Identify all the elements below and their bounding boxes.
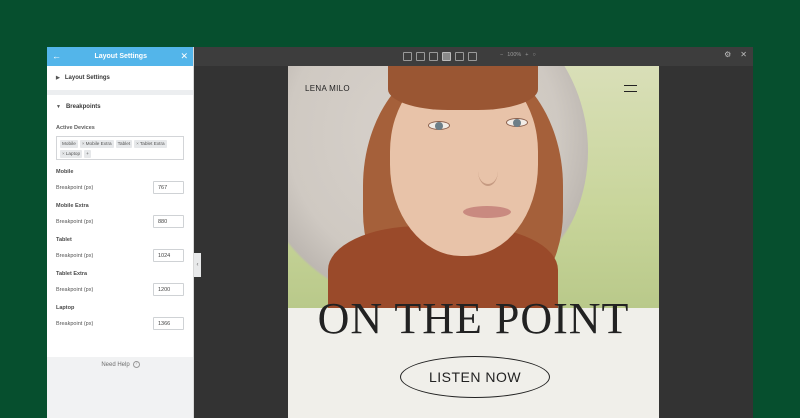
chevron-left-icon: ‹ <box>196 262 199 268</box>
breakpoint-row: Breakpoint (px) 1024 <box>56 249 184 262</box>
mobile-extra-title: Mobile Extra <box>56 203 89 209</box>
breakpoint-row: Breakpoint (px) 1366 <box>56 317 184 330</box>
remove-icon[interactable]: × <box>136 141 139 146</box>
section-breakpoints[interactable]: ▼ Breakpoints <box>47 95 193 119</box>
active-devices-label: Active Devices <box>56 125 95 131</box>
desktop-icon[interactable] <box>403 52 412 61</box>
mobile-extra-breakpoint-input[interactable]: 880 <box>153 215 184 228</box>
breakpoint-label: Breakpoint (px) <box>56 320 94 327</box>
need-help-label: Need Help <box>101 361 130 368</box>
remove-icon[interactable]: × <box>62 151 65 156</box>
active-devices-select[interactable]: Mobile ×Mobile Extra Tablet ×Tablet Extr… <box>56 136 184 160</box>
tablet-extra-breakpoint-input[interactable]: 1200 <box>153 283 184 296</box>
device-chip[interactable]: ×Tablet Extra <box>134 140 167 148</box>
breakpoint-row: Breakpoint (px) 767 <box>56 181 184 194</box>
breakpoints-body: Active Devices Mobile ×Mobile Extra Tabl… <box>47 119 193 357</box>
breakpoint-label: Breakpoint (px) <box>56 252 94 259</box>
breakpoint-label: Breakpoint (px) <box>56 286 94 293</box>
right-eye <box>506 118 528 127</box>
tablet-extra-icon[interactable] <box>429 52 438 61</box>
tablet-title: Tablet <box>56 237 72 243</box>
breakpoint-label: Breakpoint (px) <box>56 184 94 191</box>
zoom-out-button[interactable]: − <box>500 52 503 58</box>
mobile-icon[interactable] <box>468 52 477 61</box>
mobile-extra-icon[interactable] <box>455 52 464 61</box>
tablet-breakpoint-input[interactable]: 1024 <box>153 249 184 262</box>
toolbar-right: ⚙ ✕ <box>724 50 747 59</box>
close-icon[interactable]: ✕ <box>180 52 188 61</box>
laptop-icon[interactable] <box>416 52 425 61</box>
hero-image <box>288 66 659 308</box>
tablet-extra-title: Tablet Extra <box>56 271 88 277</box>
section-layout-settings[interactable]: ▶ Layout Settings <box>47 66 193 90</box>
mobile-title: Mobile <box>56 169 74 175</box>
laptop-breakpoint-input[interactable]: 1366 <box>153 317 184 330</box>
help-icon: ? <box>132 361 140 368</box>
settings-icon[interactable]: ⚙ <box>724 50 731 59</box>
collapse-panel-handle[interactable]: ‹ <box>194 253 201 277</box>
mobile-breakpoint-input[interactable]: 767 <box>153 181 184 194</box>
site-logo[interactable]: LENA MILO <box>305 84 350 93</box>
hamburger-menu-icon[interactable] <box>624 85 637 92</box>
breakpoint-row: Breakpoint (px) 880 <box>56 215 184 228</box>
laptop-title: Laptop <box>56 305 75 311</box>
breakpoint-label: Breakpoint (px) <box>56 218 94 225</box>
back-arrow-icon[interactable]: ← <box>52 52 61 61</box>
need-help-link[interactable]: Need Help ? <box>47 361 194 368</box>
caret-right-icon: ▶ <box>56 75 60 81</box>
device-switcher <box>403 52 477 61</box>
device-chip[interactable]: Mobile <box>60 140 78 148</box>
close-preview-icon[interactable]: ✕ <box>740 50 747 59</box>
zoom-reset-button[interactable]: ○ <box>533 52 536 58</box>
section-layout-label: Layout Settings <box>64 75 110 81</box>
editor-window: ← Layout Settings ✕ ▶ Layout Settings ▼ … <box>47 47 753 418</box>
remove-icon[interactable]: × <box>82 141 85 146</box>
caret-down-icon: ▼ <box>56 104 61 110</box>
lips <box>463 206 511 218</box>
bangs-shape <box>388 66 538 110</box>
page-preview: LENA MILO ON THE POINT LISTEN NOW <box>288 66 659 418</box>
nose <box>478 156 498 186</box>
listen-now-button[interactable]: LISTEN NOW <box>400 356 550 398</box>
device-chip[interactable]: Tablet <box>115 140 133 148</box>
device-chip[interactable]: ×Laptop <box>60 150 83 158</box>
top-toolbar: − 100% + ○ ⚙ ✕ <box>194 47 753 66</box>
zoom-level: 100% <box>507 52 522 58</box>
add-device-button[interactable]: + <box>84 150 91 158</box>
panel-header: ← Layout Settings ✕ <box>47 47 193 66</box>
panel-title: Layout Settings <box>94 53 147 60</box>
device-chip[interactable]: ×Mobile Extra <box>79 140 114 148</box>
zoom-in-button[interactable]: + <box>525 52 528 58</box>
layout-settings-panel: ← Layout Settings ✕ ▶ Layout Settings ▼ … <box>47 47 194 418</box>
left-eye <box>428 121 450 130</box>
section-breakpoints-label: Breakpoints <box>65 104 101 110</box>
tablet-icon[interactable] <box>442 52 451 61</box>
hero-headline: ON THE POINT <box>317 294 630 343</box>
zoom-control: − 100% + ○ <box>500 52 536 58</box>
breakpoint-row: Breakpoint (px) 1200 <box>56 283 184 296</box>
